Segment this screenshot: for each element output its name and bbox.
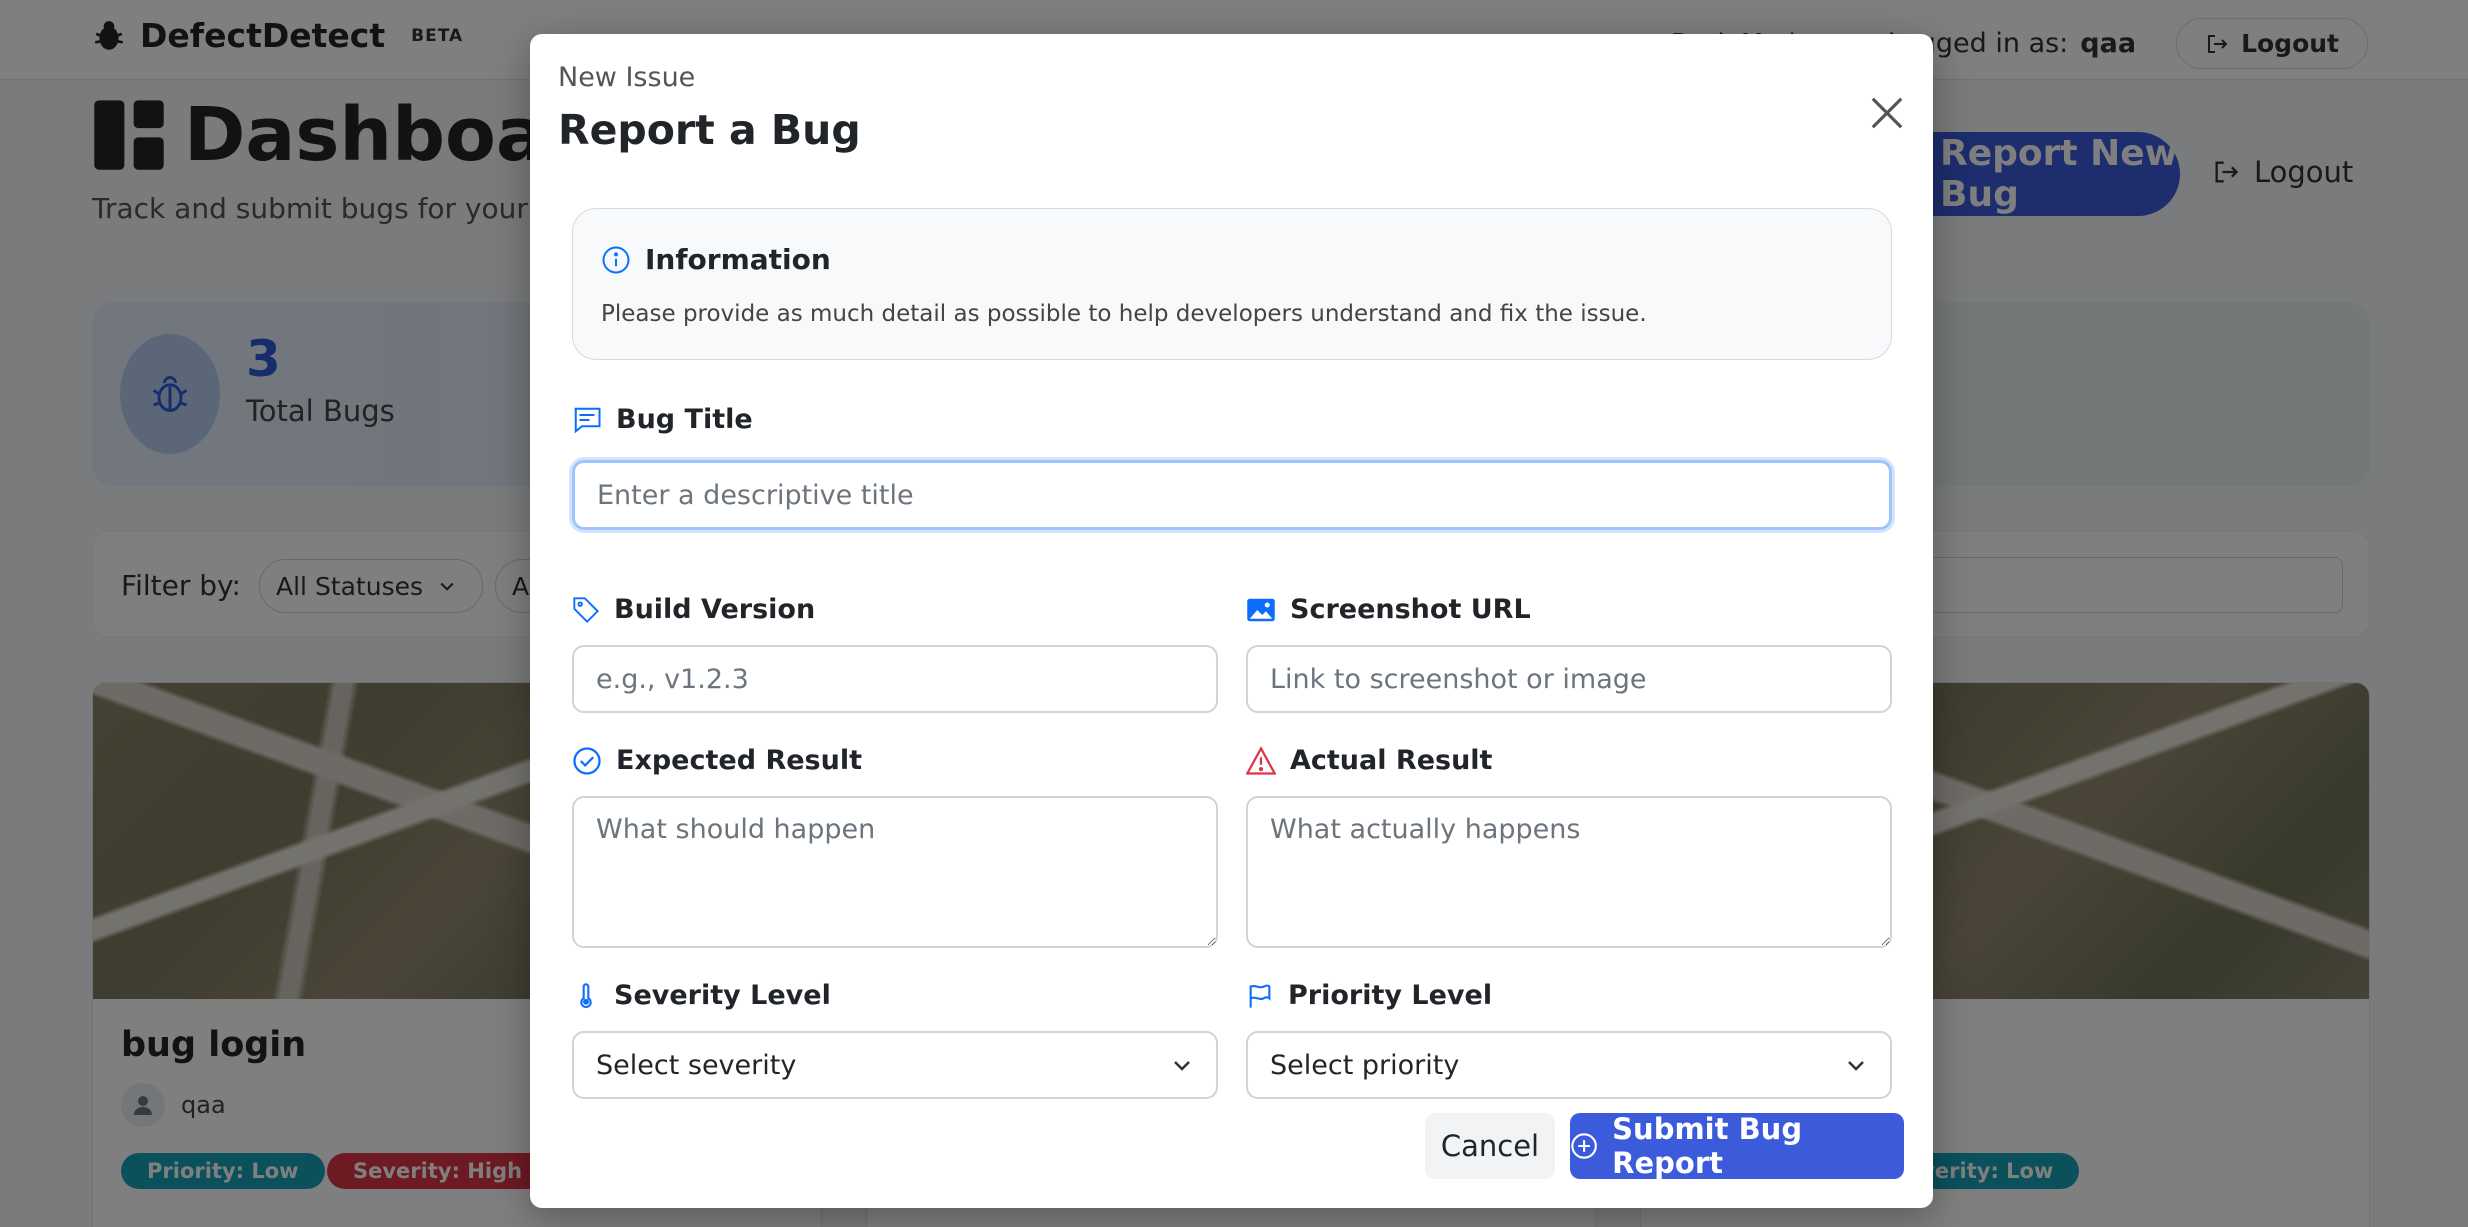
build-version-label-text: Build Version xyxy=(614,594,816,625)
screenshot-url-label-text: Screenshot URL xyxy=(1290,594,1531,625)
expected-result-label-text: Expected Result xyxy=(616,745,863,776)
information-box: Information Please provide as much detai… xyxy=(572,208,1892,360)
info-icon xyxy=(602,246,630,273)
actual-result-textarea[interactable] xyxy=(1246,796,1892,948)
chevron-down-icon xyxy=(1174,1061,1190,1071)
tag-icon xyxy=(573,596,599,623)
severity-level-label: Severity Level xyxy=(572,980,831,1011)
bug-title-input[interactable] xyxy=(572,460,1892,530)
build-version-label: Build Version xyxy=(572,594,815,625)
expected-result-textarea[interactable] xyxy=(572,796,1218,948)
severity-select-value: Select severity xyxy=(596,1049,797,1081)
screenshot-url-label: Screenshot URL xyxy=(1246,594,1531,625)
information-text: Please provide as much detail as possibl… xyxy=(601,301,1647,327)
check-circle-icon xyxy=(573,746,601,775)
submit-bug-report-button[interactable]: Submit Bug Report xyxy=(1570,1112,1904,1180)
image-icon xyxy=(1247,598,1275,621)
priority-select[interactable]: Select priority xyxy=(1246,1031,1892,1099)
priority-level-label-text: Priority Level xyxy=(1288,980,1493,1011)
report-bug-modal: New Issue Report a Bug Information Pleas… xyxy=(530,34,1933,1208)
modal-title: Report a Bug xyxy=(558,106,861,154)
modal-kicker: New Issue xyxy=(558,62,696,93)
actual-result-label-text: Actual Result xyxy=(1290,745,1493,776)
thermometer-icon xyxy=(580,982,592,1008)
chevron-down-icon xyxy=(1848,1061,1864,1071)
priority-level-label: Priority Level xyxy=(1246,980,1492,1011)
cancel-button[interactable]: Cancel xyxy=(1425,1113,1555,1179)
close-icon[interactable] xyxy=(1868,94,1906,132)
severity-level-label-text: Severity Level xyxy=(614,980,831,1011)
build-version-input[interactable] xyxy=(572,645,1218,713)
warning-triangle-icon xyxy=(1246,745,1276,775)
flag-icon xyxy=(1249,984,1271,1008)
severity-select[interactable]: Select severity xyxy=(572,1031,1218,1099)
actual-result-label: Actual Result xyxy=(1246,745,1492,776)
information-heading: Information xyxy=(645,243,831,276)
bug-title-label-text: Bug Title xyxy=(616,404,753,435)
chat-text-icon xyxy=(574,407,601,433)
plus-circle-icon xyxy=(1571,1133,1597,1159)
priority-select-value: Select priority xyxy=(1270,1049,1460,1081)
cancel-label: Cancel xyxy=(1440,1129,1540,1163)
bug-title-label: Bug Title xyxy=(572,404,753,435)
expected-result-label: Expected Result xyxy=(572,745,862,776)
submit-label: Submit Bug Report xyxy=(1612,1112,1803,1180)
screenshot-url-input[interactable] xyxy=(1246,645,1892,713)
